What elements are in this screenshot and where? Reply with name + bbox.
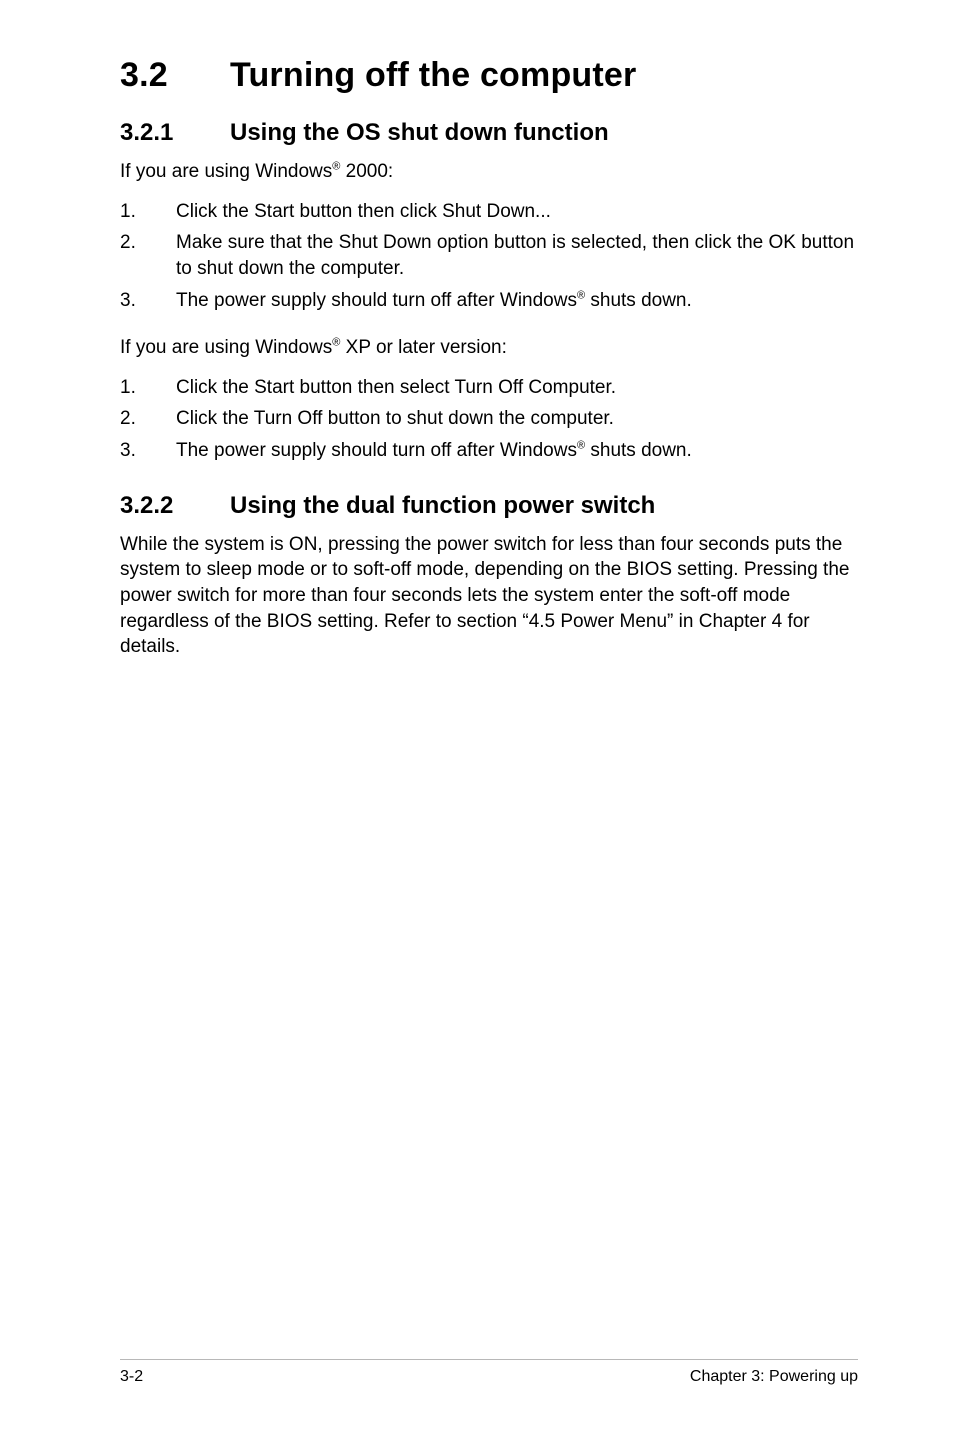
list-marker: 3. xyxy=(120,438,176,464)
page: 3.2Turning off the computer 3.2.1Using t… xyxy=(0,0,954,1438)
list-text: Click the Start button then click Shut D… xyxy=(176,199,858,225)
list-item: 1. Click the Start button then select Tu… xyxy=(120,375,858,401)
intro-paragraph: If you are using Windows® 2000: xyxy=(120,159,858,185)
text: The power supply should turn off after W… xyxy=(176,440,577,461)
ordered-list: 1. Click the Start button then click Shu… xyxy=(120,199,858,314)
list-marker: 3. xyxy=(120,288,176,314)
registered-symbol: ® xyxy=(577,289,585,301)
subsection-title: Using the OS shut down function xyxy=(230,119,609,146)
section-heading: 3.2Turning off the computer xyxy=(120,56,858,95)
text: shuts down. xyxy=(585,290,692,311)
text: shuts down. xyxy=(585,440,692,461)
list-item: 2. Click the Turn Off button to shut dow… xyxy=(120,406,858,432)
subsection-heading: 3.2.1Using the OS shut down function xyxy=(120,119,858,147)
list-text: The power supply should turn off after W… xyxy=(176,438,858,464)
text: If you are using Windows xyxy=(120,161,332,182)
page-number: 3-2 xyxy=(120,1368,143,1386)
list-text: Make sure that the Shut Down option butt… xyxy=(176,230,858,281)
registered-symbol: ® xyxy=(577,440,585,452)
subsection-title: Using the dual function power switch xyxy=(230,492,655,519)
list-marker: 2. xyxy=(120,230,176,281)
list-text: The power supply should turn off after W… xyxy=(176,288,858,314)
list-marker: 2. xyxy=(120,406,176,432)
list-text: Click the Turn Off button to shut down t… xyxy=(176,406,858,432)
text: The power supply should turn off after W… xyxy=(176,290,577,311)
list-marker: 1. xyxy=(120,199,176,225)
intro-paragraph: If you are using Windows® XP or later ve… xyxy=(120,335,858,361)
list-item: 3. The power supply should turn off afte… xyxy=(120,438,858,464)
body-paragraph: While the system is ON, pressing the pow… xyxy=(120,532,858,660)
text: If you are using Windows xyxy=(120,337,332,358)
text: XP or later version: xyxy=(340,337,507,358)
subsection-number: 3.2.1 xyxy=(120,119,230,147)
list-marker: 1. xyxy=(120,375,176,401)
list-item: 3. The power supply should turn off afte… xyxy=(120,288,858,314)
text: 2000: xyxy=(340,161,393,182)
subsection-heading: 3.2.2Using the dual function power switc… xyxy=(120,492,858,520)
ordered-list: 1. Click the Start button then select Tu… xyxy=(120,375,858,464)
page-footer: 3-2 Chapter 3: Powering up xyxy=(120,1359,858,1386)
section-title: Turning off the computer xyxy=(230,56,636,94)
list-item: 2. Make sure that the Shut Down option b… xyxy=(120,230,858,281)
footer-title: Chapter 3: Powering up xyxy=(690,1368,858,1386)
list-text: Click the Start button then select Turn … xyxy=(176,375,858,401)
section-number: 3.2 xyxy=(120,56,230,95)
subsection-number: 3.2.2 xyxy=(120,492,230,520)
list-item: 1. Click the Start button then click Shu… xyxy=(120,199,858,225)
